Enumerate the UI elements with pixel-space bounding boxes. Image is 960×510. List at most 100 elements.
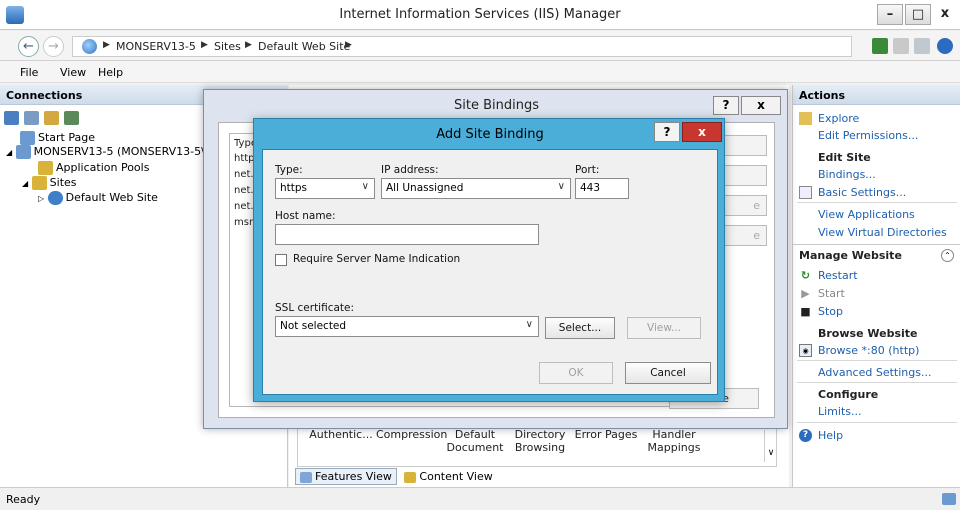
breadcrumb-separator-icon: ▶ [201,40,208,50]
network-icon[interactable] [872,38,888,54]
action-limits[interactable]: Limits... [818,405,862,418]
address-bar: ← → ▶ MONSERV13-5 ▶ Sites ▶ Default Web … [0,31,960,61]
action-advanced-settings[interactable]: Advanced Settings... [818,366,931,379]
require-sni-label: Require Server Name Indication [293,253,461,265]
site-bindings-help-button[interactable]: ? [713,96,739,115]
add-binding-form: Type: https ∨ IP address: All Unassigned… [262,149,718,395]
help-icon[interactable] [937,38,953,54]
tree-item-app-pools[interactable]: Application Pools [38,161,149,175]
restart-icon: ↻ [800,269,811,282]
explore-icon [799,112,812,125]
type-select-value: https [280,182,308,194]
stop-icon[interactable] [893,38,909,54]
section-browse-website: Browse Website [818,327,918,340]
view-switcher: Features View Content View [295,468,497,485]
server-status-icon [942,493,956,505]
action-stop[interactable]: Stop [818,305,843,318]
ip-address-value: All Unassigned [386,182,464,194]
start-page-icon [20,131,35,145]
maximize-button[interactable]: □ [905,4,931,25]
add-binding-close-button[interactable]: x [682,122,722,142]
connect-icon[interactable] [4,111,19,125]
host-name-label: Host name: [275,210,336,222]
action-start[interactable]: Start [818,287,845,300]
save-icon[interactable] [24,111,39,125]
website-globe-icon [47,191,63,205]
collapsed-arrow-icon[interactable]: ▷ [38,194,44,203]
host-name-input[interactable] [275,224,539,245]
action-basic-settings[interactable]: Basic Settings... [818,186,906,199]
view-certificate-button[interactable]: View... [627,317,701,339]
back-button[interactable]: ← [18,36,39,57]
action-restart[interactable]: Restart [818,269,858,282]
require-sni-checkbox[interactable] [275,254,287,266]
tree-item-sites[interactable]: ◢ Sites [22,176,77,190]
stop-icon: ■ [800,305,811,318]
port-label: Port: [575,164,600,176]
breadcrumb-separator-icon: ▶ [103,40,110,50]
refresh-icon[interactable] [64,111,79,125]
folder-icon[interactable] [44,111,59,125]
breadcrumb-default-site[interactable]: Default Web Site [258,40,350,53]
help-icon: ? [799,429,812,442]
sites-folder-icon [31,176,47,190]
divider [797,382,957,383]
tree-item-default-web-site[interactable]: ▷ Default Web Site [38,191,158,205]
feature-authentication[interactable]: Authentic... [306,428,376,441]
type-select[interactable]: https ∨ [275,178,375,199]
start-icon: ▶ [801,287,810,300]
add-binding-help-button[interactable]: ? [654,122,680,142]
action-help[interactable]: Help [818,429,843,442]
add-site-binding-dialog: Add Site Binding ? x Type: https ∨ IP ad… [253,118,725,402]
section-configure: Configure [818,388,879,401]
home-icon[interactable] [914,38,930,54]
breadcrumb[interactable]: ▶ MONSERV13-5 ▶ Sites ▶ Default Web Site… [72,36,852,57]
ssl-certificate-select[interactable]: Not selected ∨ [275,316,539,337]
divider [797,422,957,423]
feature-compression[interactable]: Compression [376,428,447,441]
features-view-icon [300,471,312,483]
scroll-down-icon[interactable]: ∨ [764,430,777,462]
content-view-tab[interactable]: Content View [400,469,496,484]
breadcrumb-server[interactable]: MONSERV13-5 [116,40,196,53]
tree-item-start-page[interactable]: Start Page [20,131,95,145]
ssl-certificate-value: Not selected [280,320,347,332]
minimize-button[interactable]: – [877,4,903,25]
section-manage-website: Manage Website [799,249,902,262]
chevron-down-icon: ∨ [525,319,533,330]
action-browse-80[interactable]: Browse *:80 (http) [818,344,919,357]
collapse-section-icon[interactable]: ⌃ [941,249,954,262]
divider [797,202,957,203]
feature-handler-mappings[interactable]: Handler Mappings [642,428,706,454]
cancel-button[interactable]: Cancel [625,362,711,384]
action-view-applications[interactable]: View Applications [818,208,915,221]
table-row[interactable]: http [234,153,255,164]
expand-arrow-icon[interactable]: ◢ [22,179,28,188]
expand-arrow-icon[interactable]: ◢ [6,148,12,157]
basic-settings-icon [799,186,812,199]
ok-button[interactable]: OK [539,362,613,384]
port-input[interactable]: 443 [575,178,629,199]
ip-address-select[interactable]: All Unassigned ∨ [381,178,571,199]
actions-header: Actions [793,85,960,105]
features-view-tab[interactable]: Features View [295,468,397,485]
menu-file[interactable]: File [20,66,38,79]
globe-icon [82,39,97,54]
menu-view[interactable]: View [60,66,86,79]
feature-directory-browsing[interactable]: Directory Browsing [510,428,570,454]
action-view-virtual-directories[interactable]: View Virtual Directories [818,226,947,239]
action-bindings[interactable]: Bindings... [818,168,876,181]
tree-item-server[interactable]: ◢ MONSERV13-5 (MONSERV13-5\ [6,145,205,159]
select-certificate-button[interactable]: Select... [545,317,615,339]
action-edit-permissions[interactable]: Edit Permissions... [818,129,918,142]
menu-help[interactable]: Help [98,66,123,79]
breadcrumb-sites[interactable]: Sites [214,40,241,53]
site-bindings-close-button[interactable]: x [741,96,781,115]
divider [797,360,957,361]
action-explore[interactable]: Explore [818,112,859,125]
feature-error-pages[interactable]: Error Pages [574,428,638,441]
feature-default-document[interactable]: Default Document [446,428,504,454]
chevron-down-icon: ∨ [557,181,565,192]
forward-button[interactable]: → [43,36,64,57]
close-window-button[interactable]: x [933,4,957,25]
